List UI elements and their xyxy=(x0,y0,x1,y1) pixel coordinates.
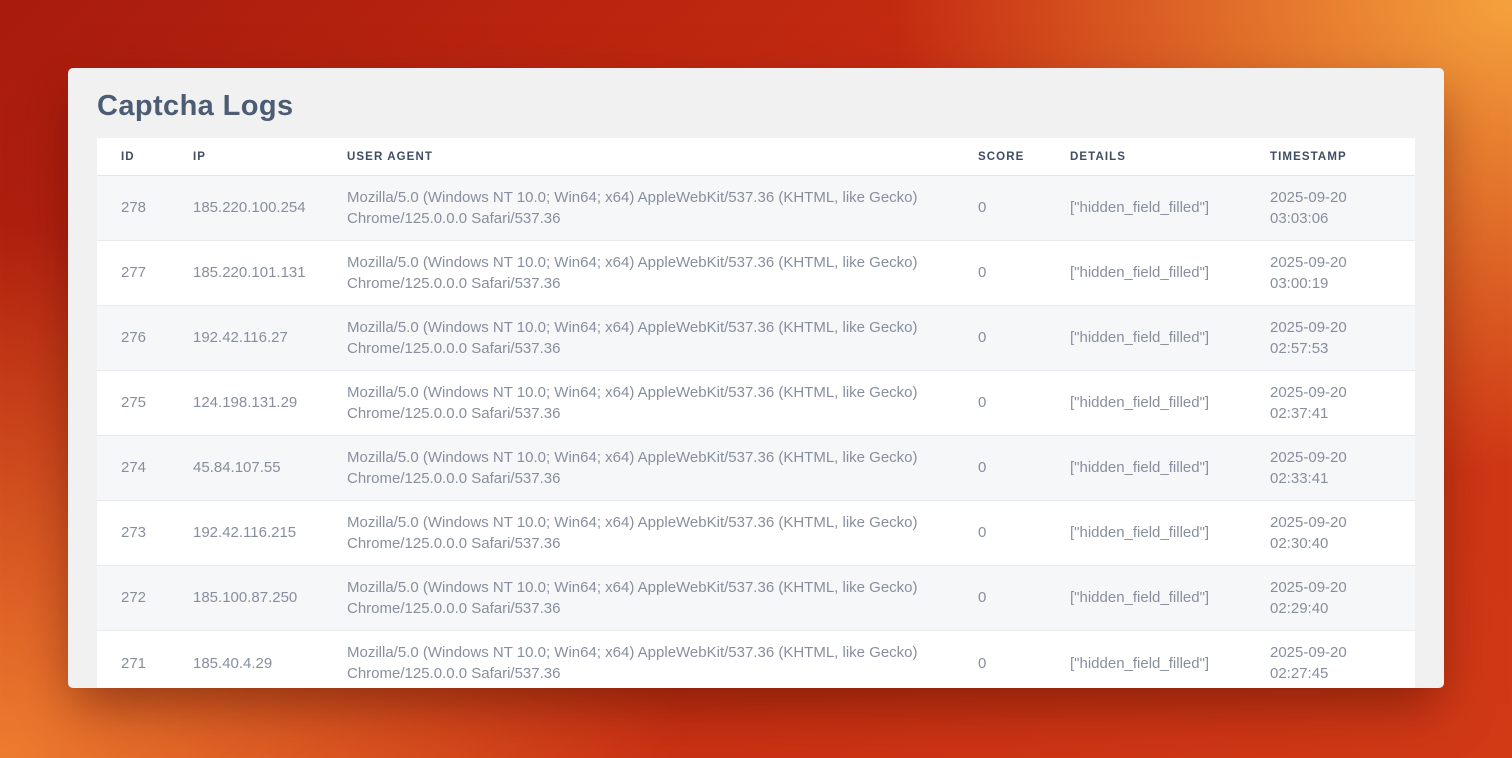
cell-ip: 185.220.100.254 xyxy=(193,176,347,241)
cell-id: 271 xyxy=(97,631,193,689)
cell-timestamp: 2025-09-20 02:33:41 xyxy=(1270,436,1415,501)
cell-details: ["hidden_field_filled"] xyxy=(1070,241,1270,306)
table-row: 27445.84.107.55Mozilla/5.0 (Windows NT 1… xyxy=(97,436,1415,501)
cell-timestamp: 2025-09-20 02:27:45 xyxy=(1270,631,1415,689)
cell-id: 274 xyxy=(97,436,193,501)
cell-id: 277 xyxy=(97,241,193,306)
cell-id: 278 xyxy=(97,176,193,241)
cell-details: ["hidden_field_filled"] xyxy=(1070,371,1270,436)
cell-score: 0 xyxy=(978,631,1070,689)
cell-ip: 185.220.101.131 xyxy=(193,241,347,306)
cell-user_agent: Mozilla/5.0 (Windows NT 10.0; Win64; x64… xyxy=(347,566,978,631)
table-header: ID IP USER AGENT SCORE DETAILS TIMESTAMP xyxy=(97,138,1415,176)
cell-id: 273 xyxy=(97,501,193,566)
cell-score: 0 xyxy=(978,501,1070,566)
cell-ip: 185.100.87.250 xyxy=(193,566,347,631)
table-row: 273192.42.116.215Mozilla/5.0 (Windows NT… xyxy=(97,501,1415,566)
cell-details: ["hidden_field_filled"] xyxy=(1070,501,1270,566)
cell-ip: 185.40.4.29 xyxy=(193,631,347,689)
page-title: Captcha Logs xyxy=(97,90,1415,123)
cell-details: ["hidden_field_filled"] xyxy=(1070,176,1270,241)
cell-score: 0 xyxy=(978,436,1070,501)
cell-timestamp: 2025-09-20 03:00:19 xyxy=(1270,241,1415,306)
cell-score: 0 xyxy=(978,371,1070,436)
table-row: 278185.220.100.254Mozilla/5.0 (Windows N… xyxy=(97,176,1415,241)
cell-timestamp: 2025-09-20 03:03:06 xyxy=(1270,176,1415,241)
captcha-logs-card: Captcha Logs ID IP USER AGENT SCORE DETA… xyxy=(68,68,1444,688)
column-header-user-agent: USER AGENT xyxy=(347,138,978,176)
captcha-logs-table[interactable]: ID IP USER AGENT SCORE DETAILS TIMESTAMP… xyxy=(97,138,1415,688)
cell-user_agent: Mozilla/5.0 (Windows NT 10.0; Win64; x64… xyxy=(347,176,978,241)
cell-ip: 45.84.107.55 xyxy=(193,436,347,501)
table-row: 272185.100.87.250Mozilla/5.0 (Windows NT… xyxy=(97,566,1415,631)
cell-score: 0 xyxy=(978,241,1070,306)
cell-details: ["hidden_field_filled"] xyxy=(1070,306,1270,371)
cell-score: 0 xyxy=(978,566,1070,631)
cell-details: ["hidden_field_filled"] xyxy=(1070,436,1270,501)
table-row: 271185.40.4.29Mozilla/5.0 (Windows NT 10… xyxy=(97,631,1415,689)
cell-user_agent: Mozilla/5.0 (Windows NT 10.0; Win64; x64… xyxy=(347,306,978,371)
column-header-ip: IP xyxy=(193,138,347,176)
cell-ip: 192.42.116.27 xyxy=(193,306,347,371)
column-header-score: SCORE xyxy=(978,138,1070,176)
cell-user_agent: Mozilla/5.0 (Windows NT 10.0; Win64; x64… xyxy=(347,436,978,501)
table-row: 275124.198.131.29Mozilla/5.0 (Windows NT… xyxy=(97,371,1415,436)
cell-score: 0 xyxy=(978,176,1070,241)
cell-id: 276 xyxy=(97,306,193,371)
column-header-timestamp: TIMESTAMP xyxy=(1270,138,1415,176)
cell-timestamp: 2025-09-20 02:29:40 xyxy=(1270,566,1415,631)
table-row: 276192.42.116.27Mozilla/5.0 (Windows NT … xyxy=(97,306,1415,371)
column-header-details: DETAILS xyxy=(1070,138,1270,176)
cell-ip: 192.42.116.215 xyxy=(193,501,347,566)
cell-timestamp: 2025-09-20 02:57:53 xyxy=(1270,306,1415,371)
table-row: 277185.220.101.131Mozilla/5.0 (Windows N… xyxy=(97,241,1415,306)
cell-user_agent: Mozilla/5.0 (Windows NT 10.0; Win64; x64… xyxy=(347,371,978,436)
cell-timestamp: 2025-09-20 02:30:40 xyxy=(1270,501,1415,566)
cell-timestamp: 2025-09-20 02:37:41 xyxy=(1270,371,1415,436)
cell-details: ["hidden_field_filled"] xyxy=(1070,566,1270,631)
cell-user_agent: Mozilla/5.0 (Windows NT 10.0; Win64; x64… xyxy=(347,631,978,689)
table-body: 278185.220.100.254Mozilla/5.0 (Windows N… xyxy=(97,176,1415,689)
column-header-id: ID xyxy=(97,138,193,176)
cell-user_agent: Mozilla/5.0 (Windows NT 10.0; Win64; x64… xyxy=(347,501,978,566)
cell-score: 0 xyxy=(978,306,1070,371)
cell-user_agent: Mozilla/5.0 (Windows NT 10.0; Win64; x64… xyxy=(347,241,978,306)
cell-details: ["hidden_field_filled"] xyxy=(1070,631,1270,689)
cell-id: 272 xyxy=(97,566,193,631)
cell-id: 275 xyxy=(97,371,193,436)
cell-ip: 124.198.131.29 xyxy=(193,371,347,436)
